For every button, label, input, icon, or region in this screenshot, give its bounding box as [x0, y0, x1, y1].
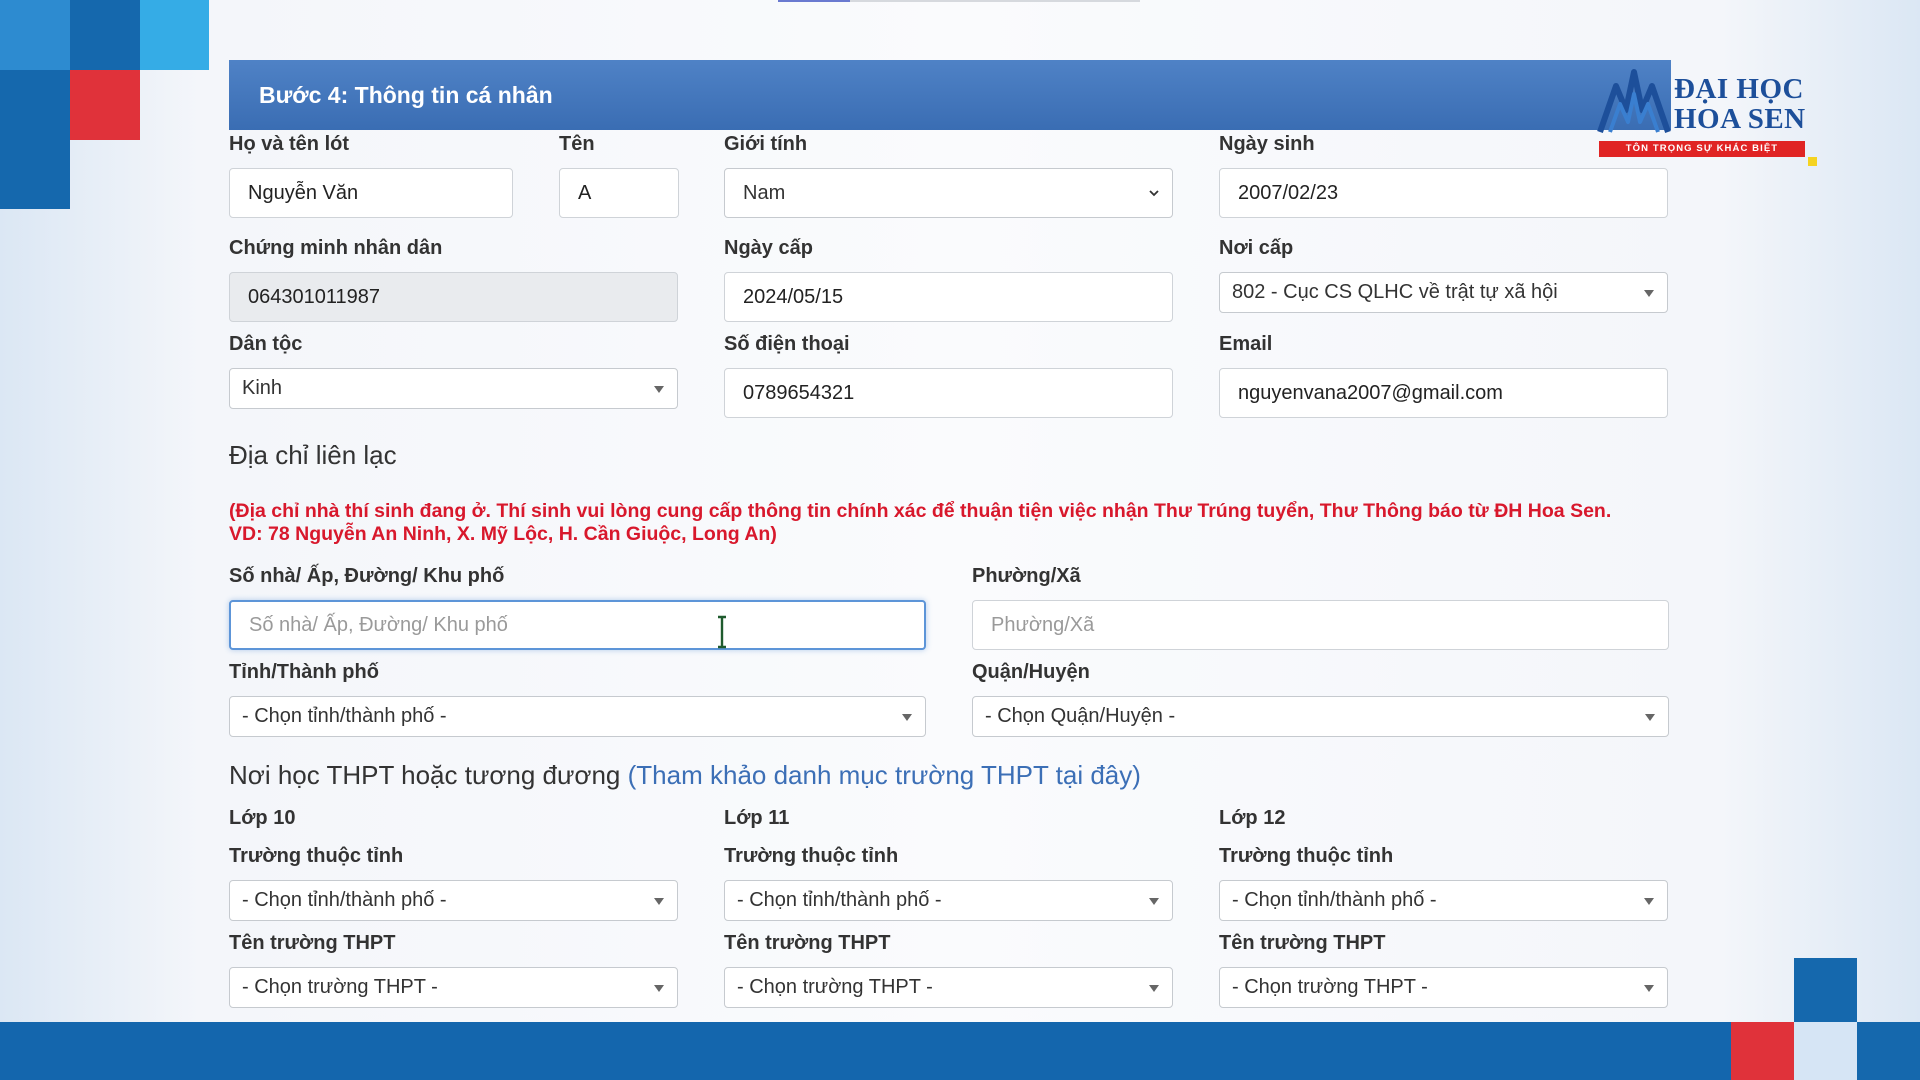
footer-bar [0, 1022, 1920, 1080]
decor-square [1857, 1022, 1920, 1080]
caret-down-icon [654, 984, 664, 992]
caret-down-icon [1644, 897, 1654, 905]
first-name-input[interactable]: A [559, 168, 679, 218]
id-number-label: Chứng minh nhân dân [229, 237, 443, 259]
caret-down-icon [1644, 984, 1654, 992]
grade-10-province-value: - Chọn tỉnh/thành phố - [242, 889, 447, 911]
caret-down-icon [1644, 289, 1654, 297]
ethnicity-value: Kinh [242, 377, 283, 399]
dob-label: Ngày sinh [1219, 133, 1315, 155]
grade-11-school-value: - Chọn trường THPT - [737, 976, 933, 998]
grade-10-school-value: - Chọn trường THPT - [242, 976, 438, 998]
ward-input[interactable]: Phường/Xã [972, 600, 1669, 650]
gender-select[interactable]: Nam [724, 168, 1173, 218]
grade-11-school-select[interactable]: - Chọn trường THPT - [724, 967, 1173, 1008]
grade-12-province-label: Trường thuộc tỉnh [1219, 845, 1394, 867]
issue-date-input[interactable]: 2024/05/15 [724, 272, 1173, 322]
caret-down-icon [654, 385, 664, 393]
street-input[interactable]: Số nhà/ Ấp, Đường/ Khu phố [229, 600, 926, 650]
decor-square [0, 70, 70, 140]
progress-indicator [778, 0, 1140, 2]
issue-place-select[interactable]: 802 - Cục CS QLHC về trật tự xã hội [1219, 272, 1668, 313]
school-heading-text: Nơi học THPT hoặc tương đương [229, 760, 621, 790]
district-value: - Chọn Quận/Huyện - [985, 705, 1176, 727]
decor-square [140, 0, 209, 70]
grade-11-province-value: - Chọn tỉnh/thành phố - [737, 889, 942, 911]
grade-10-school-select[interactable]: - Chọn trường THPT - [229, 967, 678, 1008]
grade-11-school-label: Tên trường THPT [724, 932, 891, 954]
logo-wordmark: ĐẠI HỌC HOA SEN [1674, 74, 1806, 134]
grade-11-province-select[interactable]: - Chọn tỉnh/thành phố - [724, 880, 1173, 921]
caret-down-icon [1645, 713, 1655, 721]
grade-12-province-select[interactable]: - Chọn tỉnh/thành phố - [1219, 880, 1668, 921]
district-select[interactable]: - Chọn Quận/Huyện - [972, 696, 1669, 737]
province-label: Tỉnh/Thành phố [229, 661, 379, 683]
street-label: Số nhà/ Ấp, Đường/ Khu phố [229, 565, 505, 587]
last-middle-name-label: Họ và tên lót [229, 133, 350, 155]
last-middle-name-input[interactable]: Nguyễn Văn [229, 168, 513, 218]
grade-12-school-select[interactable]: - Chọn trường THPT - [1219, 967, 1668, 1008]
step-title: Bước 4: Thông tin cá nhân [259, 81, 553, 108]
grade-10-province-label: Trường thuộc tỉnh [229, 845, 404, 867]
logo-tagline: TÔN TRỌNG SỰ KHÁC BIỆT [1599, 141, 1805, 157]
decor-square [1731, 1022, 1794, 1080]
step-header: Bước 4: Thông tin cá nhân [229, 60, 1671, 130]
notice-line: (Địa chỉ nhà thí sinh đang ở. Thí sinh v… [229, 500, 1612, 522]
text-cursor-icon [718, 615, 726, 649]
chevron-down-icon [1149, 190, 1159, 197]
phone-input[interactable]: 0789654321 [724, 368, 1173, 418]
notice-example: VD: 78 Nguyễn An Ninh, X. Mỹ Lộc, H. Cần… [229, 523, 777, 545]
caret-down-icon [654, 897, 664, 905]
logo-line1: ĐẠI HỌC [1674, 73, 1804, 105]
hoa-sen-logo: ĐẠI HỌC HOA SEN TÔN TRỌNG SỰ KHÁC BIỆT [1596, 62, 1817, 166]
issue-date-label: Ngày cấp [724, 237, 813, 259]
grade-12-school-value: - Chọn trường THPT - [1232, 976, 1428, 998]
phone-label: Số điện thoại [724, 333, 850, 355]
ethnicity-select[interactable]: Kinh [229, 368, 678, 409]
grade-10-province-select[interactable]: - Chọn tỉnh/thành phố - [229, 880, 678, 921]
decor-square [0, 0, 70, 70]
grade-11-province-label: Trường thuộc tỉnh [724, 845, 899, 867]
email-input[interactable]: nguyenvana2007@gmail.com [1219, 368, 1668, 418]
id-number-input[interactable]: 064301011987 [229, 272, 678, 322]
first-name-label: Tên [559, 133, 595, 155]
ethnicity-label: Dân tộc [229, 333, 303, 355]
province-select[interactable]: - Chọn tỉnh/thành phố - [229, 696, 926, 737]
decor-square [70, 70, 140, 140]
decor-square [1794, 1022, 1857, 1080]
decor-square [70, 0, 140, 70]
province-value: - Chọn tỉnh/thành phố - [242, 705, 447, 727]
district-label: Quận/Huyện [972, 661, 1090, 683]
address-notice: (Địa chỉ nhà thí sinh đang ở. Thí sinh v… [229, 500, 1689, 546]
caret-down-icon [1149, 897, 1159, 905]
gender-label: Giới tính [724, 133, 808, 155]
decor-square [1794, 958, 1857, 1022]
grade-12-province-value: - Chọn tỉnh/thành phố - [1232, 889, 1437, 911]
grade-12-school-label: Tên trường THPT [1219, 932, 1386, 954]
issue-place-value: 802 - Cục CS QLHC về trật tự xã hội [1232, 281, 1558, 303]
grade-10-label: Lớp 10 [229, 807, 296, 829]
caret-down-icon [902, 713, 912, 721]
grade-10-school-label: Tên trường THPT [229, 932, 396, 954]
caret-down-icon [1149, 984, 1159, 992]
grade-12-label: Lớp 12 [1219, 807, 1286, 829]
email-label: Email [1219, 333, 1273, 355]
address-heading: Địa chỉ liên lạc [229, 440, 397, 470]
logo-dot [1808, 157, 1817, 166]
decor-square [0, 140, 70, 209]
ward-label: Phường/Xã [972, 565, 1081, 587]
dob-input[interactable]: 2007/02/23 [1219, 168, 1668, 218]
issue-place-label: Nơi cấp [1219, 237, 1294, 259]
logo-line2: HOA SEN [1674, 103, 1806, 135]
school-heading: Nơi học THPT hoặc tương đương (Tham khảo… [229, 760, 1141, 791]
gender-value: Nam [743, 181, 786, 204]
lotus-mark-icon [1597, 69, 1671, 133]
school-list-link[interactable]: (Tham khảo danh mục trường THPT tại đây) [628, 760, 1141, 790]
grade-11-label: Lớp 11 [724, 807, 790, 829]
